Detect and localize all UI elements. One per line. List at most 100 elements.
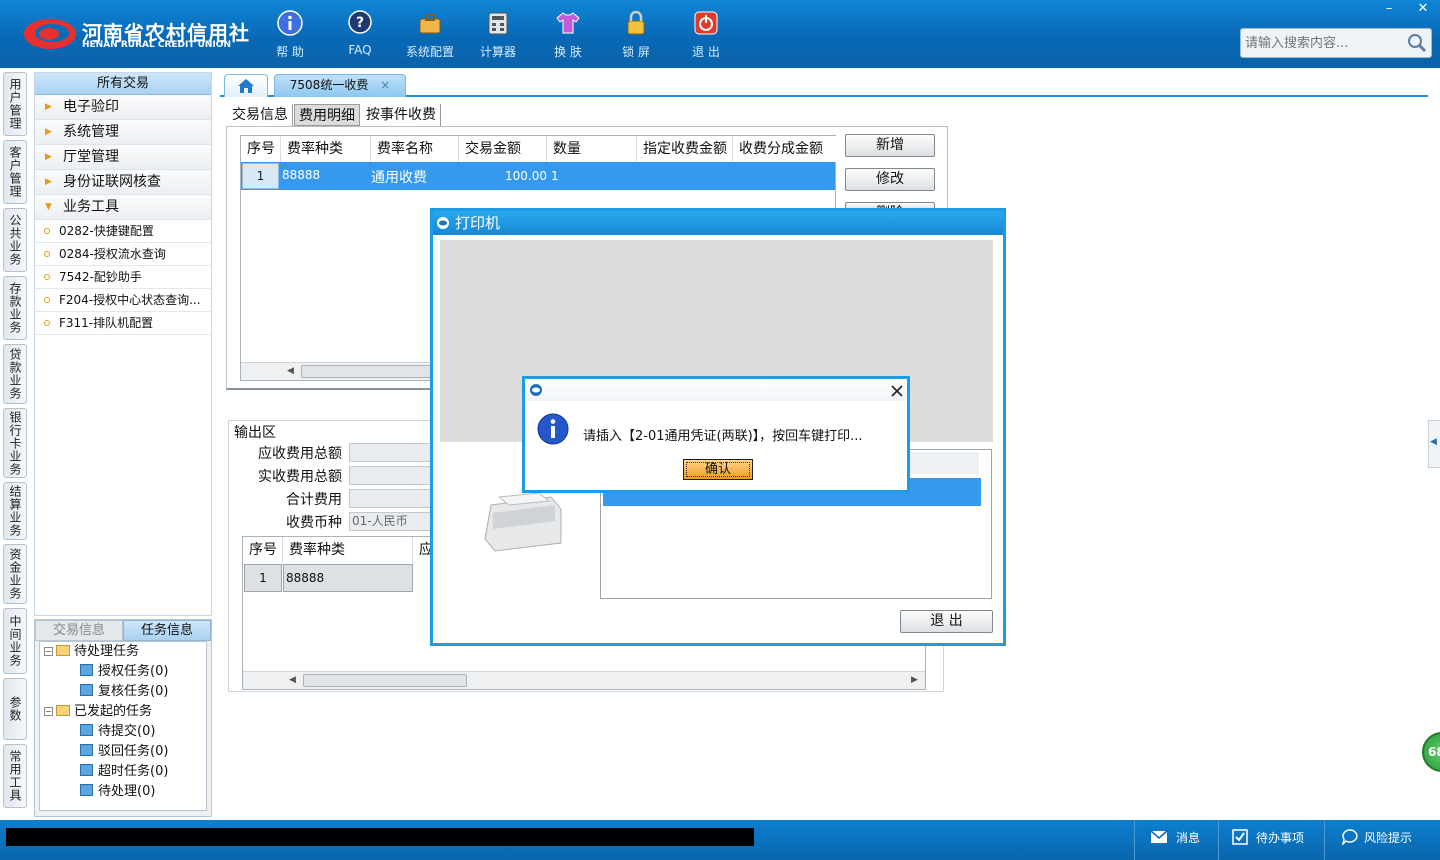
collapse-icon[interactable]: −	[44, 647, 53, 656]
receivable-total-field[interactable]	[349, 443, 433, 462]
received-total-field[interactable]	[349, 466, 433, 485]
nav-header: 所有交易	[35, 73, 211, 95]
prompt-titlebar[interactable]	[525, 379, 907, 401]
modify-button[interactable]: 修改	[845, 168, 935, 191]
scroll-right-icon[interactable]: ▶	[911, 675, 918, 685]
exit-label: 退 出	[692, 45, 720, 59]
vtab-fund-business[interactable]: 资金业务	[3, 544, 27, 604]
nav-item-7542[interactable]: 7542-配钞助手	[35, 266, 211, 289]
nav-item-f204[interactable]: F204-授权中心状态查询...	[35, 289, 211, 312]
nav-group-id-verification[interactable]: ▶ 身份证联网核查	[35, 170, 211, 195]
vtab-deposit-business[interactable]: 存款业务	[3, 276, 27, 340]
messages-button[interactable]: 消息	[1150, 829, 1200, 846]
tree-node-to-submit[interactable]: 待提交(0)	[80, 723, 155, 741]
horizontal-scrollbar[interactable]: ◀	[241, 362, 441, 380]
assistant-badge[interactable]: 68	[1422, 732, 1440, 772]
scrollbar-thumb[interactable]	[301, 365, 431, 378]
tab-7508[interactable]: 7508统一收费 ×	[274, 74, 406, 97]
nav-item-0284[interactable]: 0284-授权流水查询	[35, 243, 211, 266]
subtab-transaction-info[interactable]: 交易信息	[228, 104, 293, 126]
confirm-button[interactable]: 确认	[683, 459, 753, 480]
nav-item-label: F311-排队机配置	[59, 316, 154, 330]
search-input[interactable]	[1245, 34, 1405, 52]
lock-screen-button[interactable]: 锁 屏	[606, 10, 666, 60]
tree-node-review[interactable]: 复核任务(0)	[80, 683, 168, 701]
skin-button[interactable]: 换 肤	[538, 10, 598, 60]
messages-label: 消息	[1176, 831, 1201, 845]
cell-amount: 100.00	[505, 169, 547, 183]
nav-group-system-management[interactable]: ▶ 系统管理	[35, 120, 211, 145]
scroll-left-icon[interactable]: ◀	[289, 675, 296, 685]
nav-group-business-tools[interactable]: ▼ 业务工具	[35, 195, 211, 220]
printer-exit-button[interactable]: 退 出	[900, 610, 993, 633]
vtab-customer-management[interactable]: 客户管理	[3, 140, 27, 204]
tree-node-initiated[interactable]: − 已发起的任务	[44, 703, 152, 721]
window-controls: – ✕	[1372, 0, 1440, 18]
risk-alert-label: 风险提示	[1364, 831, 1413, 845]
vtab-settlement-business[interactable]: 结算业务	[3, 482, 27, 540]
tree-node-pending[interactable]: − 待处理任务	[44, 643, 139, 661]
output-horizontal-scrollbar[interactable]: ◀ ▶	[243, 671, 925, 689]
table-row[interactable]: 1 88888 通用收费 100.00 1	[241, 162, 835, 190]
faq-button[interactable]: ? FAQ	[330, 10, 390, 60]
tree-node-auth[interactable]: 授权任务(0)	[80, 663, 168, 681]
folder-icon	[56, 645, 70, 656]
total-fee-label: 合计费用	[286, 492, 342, 508]
task-tree: − 待处理任务 授权任务(0) 复核任务(0) − 已发起的任务 待提交(0) 驳回…	[39, 641, 207, 811]
close-icon[interactable]	[891, 385, 903, 397]
search-icon[interactable]	[1407, 33, 1427, 53]
nav-group-e-seal[interactable]: ▶ 电子验印	[35, 95, 211, 120]
exit-button[interactable]: 退 出	[676, 10, 736, 60]
bullet-icon	[44, 251, 50, 257]
nav-item-label: 0284-授权流水查询	[59, 247, 166, 261]
todo-button[interactable]: 待办事项	[1232, 829, 1304, 846]
add-button[interactable]: 新增	[845, 134, 935, 157]
bullet-icon	[44, 274, 50, 280]
collapse-icon[interactable]: −	[44, 707, 53, 716]
tab-transaction-info[interactable]: 交易信息	[35, 620, 123, 641]
window-close-button[interactable]: ✕	[1408, 0, 1438, 18]
tree-node-label: 待提交(0)	[98, 724, 156, 739]
printer-dialog-title: 打印机	[455, 214, 501, 232]
col-amount: 交易金额	[459, 136, 547, 162]
subtab-fee-detail[interactable]: 费用明细	[294, 104, 360, 126]
vtab-bankcard-business[interactable]: 银行卡业务	[3, 408, 27, 478]
tab-close-icon[interactable]: ×	[380, 78, 390, 92]
nav-item-label: 7542-配钞助手	[59, 270, 142, 284]
risk-alert-button[interactable]: 风险提示	[1341, 829, 1413, 847]
vtab-common-tools[interactable]: 常用工具	[3, 744, 27, 808]
calculator-button[interactable]: 计算器	[468, 10, 528, 60]
help-button[interactable]: 帮 助	[260, 10, 320, 60]
cell-rate-type[interactable]: 88888	[283, 564, 413, 592]
subtab-event-fee[interactable]: 按事件收费	[362, 104, 441, 126]
chat-bubble-icon	[1341, 829, 1358, 847]
tree-node-timeout[interactable]: 超时任务(0)	[80, 763, 168, 781]
vtab-user-management[interactable]: 用户管理	[3, 72, 27, 136]
nav-item-f311[interactable]: F311-排队机配置	[35, 312, 211, 335]
tree-node-to-process[interactable]: 待处理(0)	[80, 783, 155, 801]
tab-task-info[interactable]: 任务信息	[123, 620, 211, 641]
tree-node-rejected[interactable]: 驳回任务(0)	[80, 743, 168, 761]
vtab-intermediate-business[interactable]: 中间业务	[3, 608, 27, 674]
right-panel-toggle[interactable]: ◀	[1428, 420, 1440, 468]
vtab-loan-business[interactable]: 贷款业务	[3, 344, 27, 404]
nav-group-hall-management[interactable]: ▶ 厅堂管理	[35, 145, 211, 170]
currency-field[interactable]: 01-人民币	[349, 512, 433, 531]
nav-item-0282[interactable]: 0282-快捷键配置	[35, 220, 211, 243]
tree-node-label: 已发起的任务	[74, 704, 153, 719]
col-rate-name: 费率名称	[371, 136, 459, 162]
nav-group-label: 系统管理	[63, 124, 119, 140]
system-config-button[interactable]: 系统配置	[400, 10, 460, 60]
home-tab[interactable]	[224, 74, 268, 97]
total-fee-field[interactable]	[349, 489, 433, 508]
printer-dialog-titlebar[interactable]: 打印机	[433, 211, 1003, 235]
vtab-public-business[interactable]: 公共业务	[3, 208, 27, 272]
scroll-left-icon[interactable]: ◀	[287, 366, 294, 376]
vtab-parameters[interactable]: 参数	[3, 678, 27, 740]
bullet-icon	[44, 320, 50, 326]
nav-group-label: 厅堂管理	[63, 149, 119, 165]
nav-group-label: 身份证联网核查	[63, 174, 161, 190]
bullet-icon	[44, 297, 50, 303]
scrollbar-thumb[interactable]	[303, 674, 467, 687]
minimize-button[interactable]: –	[1374, 0, 1404, 18]
